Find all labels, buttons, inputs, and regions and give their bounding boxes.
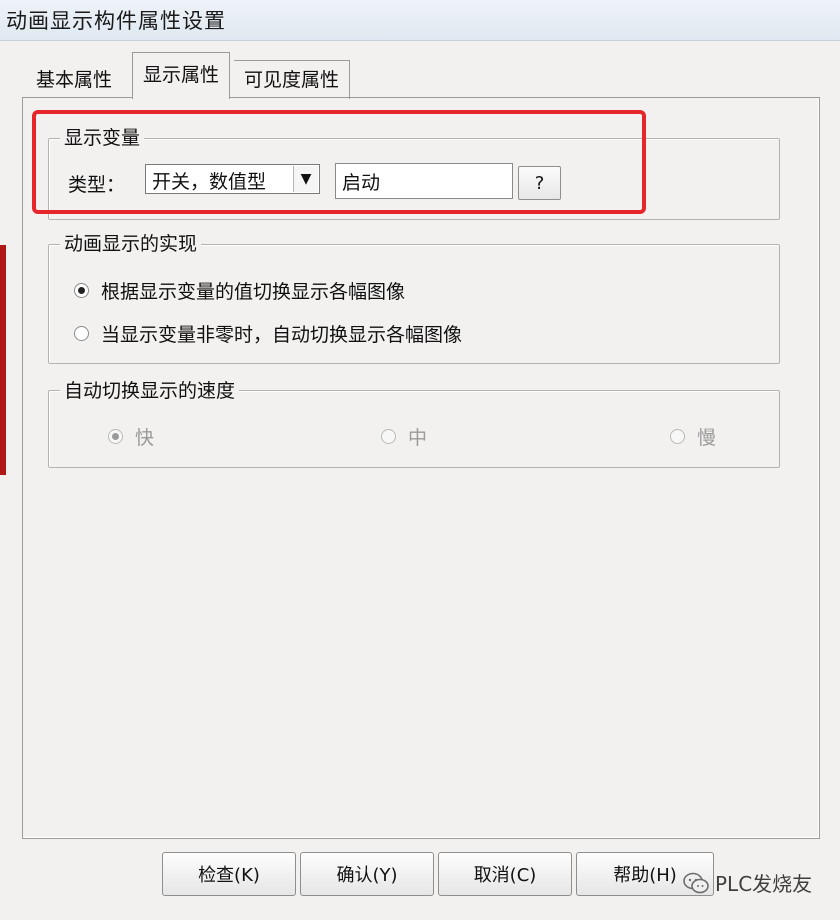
tab-visibility-properties[interactable]: 可见度属性: [234, 60, 351, 99]
speed-option-label: 慢: [697, 427, 717, 449]
radio-checked-icon[interactable]: [108, 429, 123, 444]
realization-option-auto[interactable]: 当显示变量非零时，自动切换显示各幅图像: [74, 320, 462, 347]
watermark-text: PLC发烧友: [715, 872, 813, 896]
radio-unchecked-icon[interactable]: [381, 429, 396, 444]
speed-option-fast[interactable]: 快: [108, 423, 154, 450]
speed-option-label: 快: [135, 427, 155, 449]
wechat-icon: [683, 872, 709, 893]
radio-unchecked-icon[interactable]: [74, 326, 89, 341]
speed-option-slow[interactable]: 慢: [670, 423, 716, 450]
background-edge: [0, 245, 6, 475]
speed-option-medium[interactable]: 中: [381, 423, 427, 450]
radio-checked-icon[interactable]: [74, 283, 89, 298]
tab-display-properties[interactable]: 显示属性: [132, 52, 231, 99]
realization-legend: 动画显示的实现: [60, 233, 202, 255]
realization-option-label: 根据显示变量的值切换显示各幅图像: [101, 281, 406, 303]
highlight-annotation: [32, 110, 646, 214]
confirm-button[interactable]: 确认(Y): [300, 852, 434, 896]
check-button[interactable]: 检查(K): [162, 852, 296, 896]
realization-option-label: 当显示变量非零时，自动切换显示各幅图像: [101, 324, 463, 346]
realization-option-by-value[interactable]: 根据显示变量的值切换显示各幅图像: [74, 277, 405, 304]
cancel-button[interactable]: 取消(C): [438, 852, 572, 896]
radio-unchecked-icon[interactable]: [670, 429, 685, 444]
speed-legend: 自动切换显示的速度: [60, 380, 240, 402]
tab-basic-properties[interactable]: 基本属性: [28, 62, 120, 98]
speed-option-label: 中: [408, 427, 428, 449]
watermark: PLC发烧友: [683, 868, 812, 897]
window-title: 动画显示构件属性设置: [6, 9, 226, 33]
